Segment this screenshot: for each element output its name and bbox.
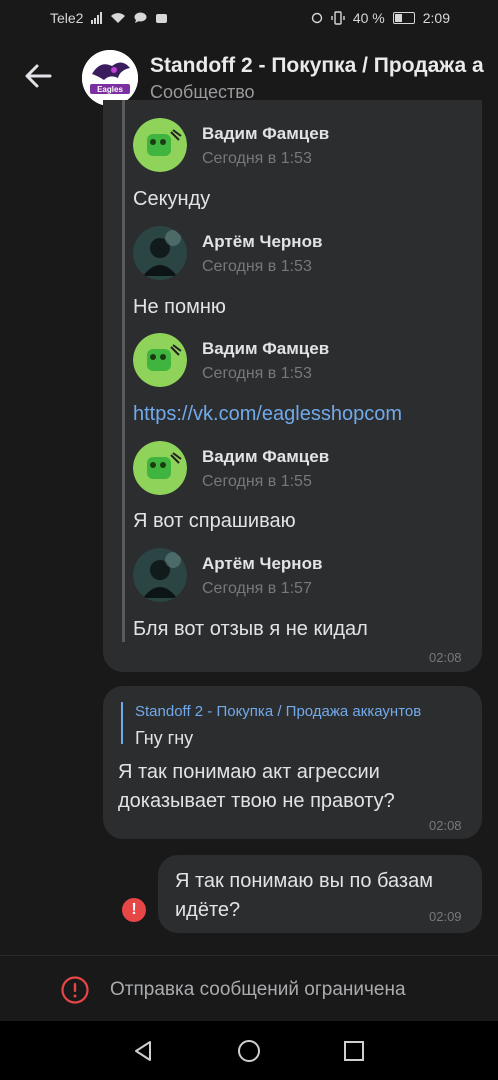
chat-status-icon (134, 12, 147, 23)
restricted-text: Отправка сообщений ограничена (110, 979, 406, 1000)
forward-time: Сегодня в 1:53 (202, 365, 312, 382)
send-error-icon[interactable]: ! (122, 898, 146, 922)
restricted-banner: Отправка сообщений ограничена (0, 955, 498, 1022)
forward-indicator-bar (122, 100, 125, 642)
wifi-icon (111, 13, 126, 23)
avatar-green (133, 333, 187, 387)
status-bar: Tele2 40 % 2:09 (0, 0, 498, 36)
forward-author[interactable]: Артём Чернов (202, 554, 322, 574)
reply-indicator-bar (121, 702, 123, 744)
forward-author[interactable]: Артём Чернов (202, 232, 322, 252)
chat-title[interactable]: Standoff 2 - Покупка / Продажа а (150, 54, 498, 78)
nav-home-icon[interactable] (237, 1039, 261, 1063)
forwarded-text: Бля вот отзыв я не кидал (133, 618, 368, 640)
message-time: 02:08 (429, 818, 462, 833)
forward-time: Сегодня в 1:55 (202, 473, 312, 490)
forwarded-link[interactable]: https://vk.com/eaglesshopcom (133, 403, 402, 426)
nav-back-icon[interactable] (131, 1039, 155, 1063)
avatar-dark (133, 548, 187, 602)
clock: 2:09 (422, 10, 450, 26)
reply-source-title[interactable]: Standoff 2 - Покупка / Продажа аккаунтов (135, 703, 467, 720)
carrier-label: Tele2 (50, 10, 84, 26)
avatar-dark (133, 226, 187, 280)
back-arrow-icon[interactable] (22, 60, 54, 92)
message-text: идёте? (175, 899, 241, 921)
avatar-green (133, 441, 187, 495)
forwarded-text: Не помню (133, 296, 226, 318)
warning-circle-icon (61, 976, 89, 1004)
forward-time: Сегодня в 1:53 (202, 258, 312, 275)
forward-time: Сегодня в 1:57 (202, 580, 312, 597)
community-avatar[interactable]: Eagles (82, 50, 138, 106)
alarm-icon (311, 12, 323, 24)
forward-author[interactable]: Вадим Фамцев (202, 124, 329, 144)
message-text: Я так понимаю вы по базам (175, 870, 433, 892)
signal-icon (91, 12, 103, 24)
app-status-icon (156, 14, 168, 23)
logo-text: Eagles (97, 85, 123, 94)
forward-time: Сегодня в 1:53 (202, 150, 312, 167)
forwarded-text: Я вот спрашиваю (133, 510, 296, 532)
battery-percent: 40 % (352, 10, 385, 26)
battery-icon (392, 12, 415, 24)
forward-author[interactable]: Вадим Фамцев (202, 447, 329, 467)
nav-recents-icon[interactable] (342, 1039, 366, 1063)
eagle-logo-icon: Eagles (82, 50, 138, 106)
forwarded-text: Секунду (133, 188, 211, 210)
message-time: 02:08 (429, 650, 462, 665)
system-nav-bar (0, 1021, 498, 1080)
message-time: 02:09 (429, 909, 462, 924)
message-text: Я так понимаю акт агрессии (118, 761, 380, 783)
vibrate-icon (331, 11, 345, 25)
avatar-green (133, 118, 187, 172)
forward-author[interactable]: Вадим Фамцев (202, 339, 329, 359)
message-text: доказывает твою не правоту? (118, 790, 395, 812)
reply-quoted-text: Гну гну (135, 728, 194, 748)
